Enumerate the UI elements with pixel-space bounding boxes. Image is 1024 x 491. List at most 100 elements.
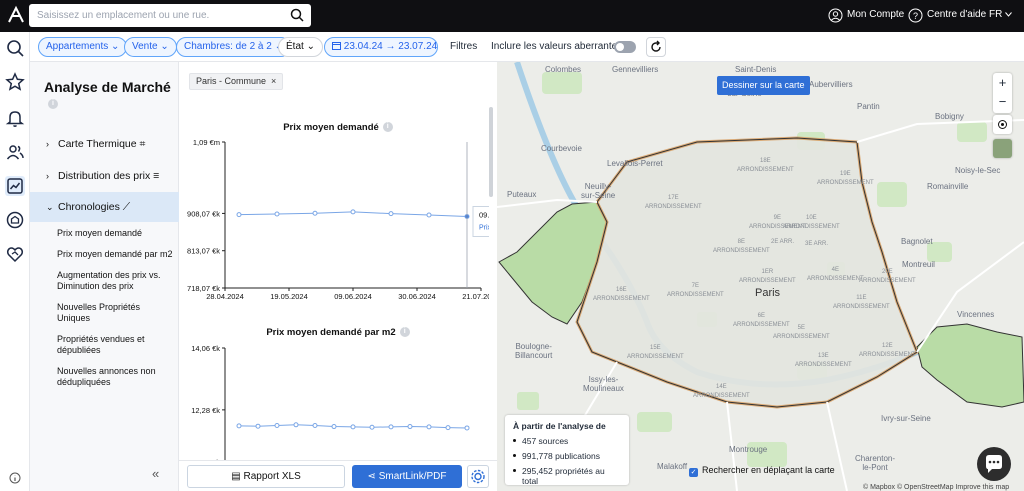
collapse-sidebar-button[interactable]: « bbox=[152, 466, 159, 481]
subitem-avg-price-m2[interactable]: Prix moyen demandé par m2 bbox=[57, 249, 175, 260]
stats-title: À partir de l'analyse de bbox=[513, 421, 606, 431]
x-tick-label: 19.05.2024 bbox=[270, 292, 308, 301]
satellite-layer-button[interactable] bbox=[993, 139, 1012, 158]
rooms-label: Chambres: de 2 à 2 bbox=[184, 41, 272, 52]
map-place-label: Issy-les- Moulineaux bbox=[583, 375, 624, 393]
scrollbar[interactable] bbox=[489, 107, 493, 197]
avg-price-chart[interactable]: 1,09 €m908,07 €k813,07 €k718,07 €k28.04.… bbox=[179, 134, 489, 304]
stat-publications: 991,778 publications bbox=[513, 451, 621, 461]
chart-icon[interactable] bbox=[5, 176, 25, 196]
subitem-new-non-dedup[interactable]: Nouvelles annonces non dédupliquées bbox=[57, 366, 175, 388]
data-point bbox=[388, 424, 394, 430]
subitem-price-changes[interactable]: Augmentation des prix vs. Diminution des… bbox=[57, 270, 175, 292]
section-price-distribution[interactable]: › Distribution des prix ≡ bbox=[30, 161, 179, 191]
subitem-avg-price[interactable]: Prix moyen demandé bbox=[57, 228, 175, 239]
transaction-filter[interactable]: Vente ⌄ bbox=[124, 37, 177, 57]
data-point bbox=[407, 424, 413, 430]
smartlink-pdf-button[interactable]: ⋖ SmartLink/PDF bbox=[352, 465, 462, 488]
section-label: Distribution des prix bbox=[58, 170, 151, 182]
action-bar: ▤ Rapport XLS ⋖ SmartLink/PDF bbox=[179, 460, 497, 491]
geolocate-button[interactable] bbox=[993, 115, 1012, 134]
filters-button[interactable]: Filtres bbox=[450, 41, 477, 52]
map-place-label: Romainville bbox=[927, 182, 969, 191]
section-timelines[interactable]: ⌄ Chronologies ⟋ bbox=[30, 192, 179, 222]
xls-report-button[interactable]: ▤ Rapport XLS bbox=[187, 465, 345, 488]
icon-rail bbox=[0, 32, 30, 491]
account-icon[interactable] bbox=[828, 8, 843, 23]
x-tick-label: 28.04.2024 bbox=[206, 292, 244, 301]
info-icon[interactable] bbox=[9, 472, 21, 484]
home-value-icon[interactable] bbox=[5, 210, 25, 230]
property-type-filter[interactable]: Appartements ⌄ bbox=[38, 37, 128, 57]
avg-price-m2-chart[interactable]: 14,06 €k12,28 €k10,78 €k bbox=[179, 340, 489, 460]
data-point bbox=[350, 209, 356, 215]
chat-icon bbox=[986, 455, 1002, 473]
xls-button-label: Rapport XLS bbox=[243, 471, 301, 482]
location-search-input[interactable]: Saisissez un emplacement ou une rue. bbox=[29, 4, 311, 27]
rooms-filter[interactable]: Chambres: de 2 à 2 ⌄ bbox=[176, 37, 291, 57]
info-icon[interactable]: i bbox=[382, 122, 393, 133]
state-filter[interactable]: État ⌄ bbox=[278, 37, 323, 57]
data-point bbox=[369, 424, 375, 430]
draw-on-map-button[interactable]: Dessiner sur la carte bbox=[717, 76, 810, 95]
section-heatmap[interactable]: › Carte Thermique ⌗ bbox=[30, 129, 179, 159]
map-place-label: 8E ARRONDISSEMENT bbox=[713, 239, 770, 254]
map-place-label: Levallois-Perret bbox=[607, 159, 663, 168]
zoom-out-button[interactable]: − bbox=[993, 92, 1012, 111]
chart2-title-text: Prix moyen demandé par m2 bbox=[266, 327, 396, 338]
outliers-label: Inclure les valeurs aberrantes bbox=[491, 41, 623, 52]
bell-icon[interactable] bbox=[5, 108, 25, 128]
data-point bbox=[426, 424, 432, 430]
star-icon[interactable] bbox=[5, 72, 25, 92]
map-place-label: Charenton- le-Pont bbox=[855, 454, 896, 472]
map-place-label: 14E ARRONDISSEMENT bbox=[693, 384, 750, 399]
move-search-label: Rechercher en déplaçant la carte bbox=[702, 465, 835, 475]
checkbox-checked-icon: ✓ bbox=[689, 468, 698, 477]
map-place-label: 11E ARRONDISSEMENT bbox=[833, 295, 890, 310]
zoom-in-button[interactable]: + bbox=[993, 73, 1012, 92]
map-place-label: Bagnolet bbox=[901, 237, 933, 246]
info-icon[interactable]: i bbox=[48, 99, 58, 110]
y-tick-label: 12,28 €k bbox=[191, 406, 220, 415]
help-link[interactable]: Centre d'aide bbox=[927, 9, 986, 20]
language-selector[interactable]: FR bbox=[989, 9, 1002, 20]
trend-icon: ⟋ bbox=[122, 201, 131, 213]
chat-button[interactable] bbox=[977, 447, 1011, 481]
map-place-label: 2E ARR. bbox=[771, 239, 795, 245]
outliers-toggle[interactable] bbox=[614, 41, 636, 53]
map-place-label: 15E ARRONDISSEMENT bbox=[627, 345, 684, 360]
search-icon[interactable] bbox=[290, 8, 304, 22]
heart-handshake-icon[interactable] bbox=[5, 244, 25, 264]
app-logo-icon[interactable] bbox=[6, 5, 26, 25]
subitem-sold-unpublished[interactable]: Propriétés vendues et dépubliées bbox=[57, 334, 175, 356]
help-icon[interactable]: ? bbox=[908, 8, 923, 23]
y-tick-label: 908,07 €k bbox=[187, 209, 220, 218]
map-view[interactable]: ColombesGennevilliersSaint-DenisSaint-Ou… bbox=[497, 62, 1024, 491]
info-icon[interactable]: i bbox=[399, 327, 410, 338]
data-point bbox=[350, 424, 356, 430]
map-place-label: Montrouge bbox=[729, 445, 768, 454]
chevron-down-icon: ⌄ bbox=[111, 41, 120, 52]
chevron-down-icon[interactable] bbox=[1005, 12, 1012, 17]
subitem-new-unique[interactable]: Nouvelles Propriétés Uniques bbox=[57, 302, 175, 324]
heatmap-icon: ⌗ bbox=[139, 138, 146, 150]
export-settings-button[interactable] bbox=[467, 465, 489, 488]
move-search-checkbox[interactable]: ✓ Rechercher en déplaçant la carte bbox=[689, 465, 835, 477]
refresh-button[interactable] bbox=[646, 37, 666, 57]
map-attribution[interactable]: © Mapbox © OpenStreetMap Improve this ma… bbox=[863, 484, 1009, 491]
map-place-label: 3E ARR. bbox=[805, 241, 829, 247]
chevron-right-icon: › bbox=[46, 139, 49, 149]
tooltip-date: 09.06.2024 bbox=[479, 211, 489, 220]
data-point bbox=[312, 423, 318, 429]
account-link[interactable]: Mon Compte bbox=[847, 9, 904, 20]
date-from: 23.04.24 bbox=[343, 41, 383, 52]
date-range-filter[interactable]: 23.04.24 → 23.07.24 bbox=[324, 37, 438, 57]
users-icon[interactable] bbox=[5, 142, 25, 162]
location-chip[interactable]: Paris - Commune × bbox=[189, 73, 284, 90]
x-tick-label: 30.06.2024 bbox=[398, 292, 436, 301]
search-icon[interactable] bbox=[5, 38, 25, 58]
section-label: Chronologies bbox=[58, 201, 120, 213]
data-point bbox=[464, 425, 470, 431]
data-point bbox=[274, 423, 280, 429]
close-icon[interactable]: × bbox=[271, 76, 276, 86]
